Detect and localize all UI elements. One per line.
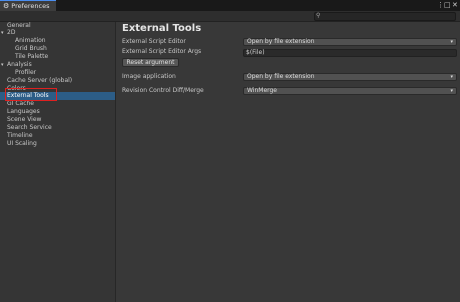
sidebar-item-label: Cache Server (global) bbox=[7, 77, 73, 84]
sidebar-item-languages[interactable]: Languages bbox=[0, 108, 115, 116]
preferences-tab[interactable]: ⚙ Preferences bbox=[0, 0, 56, 11]
reset-argument-button[interactable]: Reset argument bbox=[122, 58, 179, 67]
sidebar-item-label: Timeline bbox=[7, 132, 33, 139]
script-editor-args-field[interactable]: $(File) bbox=[243, 49, 457, 57]
image-application-dropdown[interactable]: Open by file extension ▾ bbox=[243, 73, 457, 81]
maximize-icon[interactable]: □ bbox=[444, 1, 451, 10]
preferences-window: ⚙ Preferences ⋮ □ ✕ ⚲ General ▾ 2D Animat… bbox=[0, 0, 460, 302]
chevron-down-icon: ▾ bbox=[450, 39, 453, 45]
sidebar-item-analysis[interactable]: ▾ Analysis bbox=[0, 61, 115, 69]
sidebar-item-animation[interactable]: Animation bbox=[0, 37, 115, 45]
revision-control-dropdown[interactable]: WinMerge ▾ bbox=[243, 87, 457, 95]
sidebar-item-grid-brush[interactable]: Grid Brush bbox=[0, 45, 115, 53]
sidebar-item-label: Search Service bbox=[7, 124, 52, 131]
chevron-down-icon: ▾ bbox=[450, 88, 453, 94]
sidebar-item-label: Scene View bbox=[7, 116, 42, 123]
sidebar-item-cache-server[interactable]: Cache Server (global) bbox=[0, 77, 115, 85]
sidebar-item-label: Languages bbox=[7, 108, 40, 115]
sidebar-item-label: Profiler bbox=[15, 69, 37, 76]
sidebar-item-label: Analysis bbox=[7, 61, 32, 68]
title-bar: ⚙ Preferences ⋮ □ ✕ bbox=[0, 0, 460, 11]
more-options-icon[interactable]: ⋮ bbox=[437, 1, 444, 10]
dropdown-value: Open by file extension bbox=[247, 73, 315, 80]
sidebar-item-label: GI Cache bbox=[7, 100, 34, 107]
sidebar-item-label: General bbox=[7, 22, 31, 29]
sidebar-item-label: Grid Brush bbox=[15, 45, 47, 52]
sidebar-item-label: Animation bbox=[15, 37, 46, 44]
script-editor-label: External Script Editor bbox=[122, 38, 186, 45]
close-icon[interactable]: ✕ bbox=[452, 1, 458, 10]
sidebar-item-2d[interactable]: ▾ 2D bbox=[0, 29, 115, 37]
sidebar-item-ui-scaling[interactable]: UI Scaling bbox=[0, 140, 115, 148]
dropdown-value: WinMerge bbox=[247, 87, 277, 94]
sidebar-item-profiler[interactable]: Profiler bbox=[0, 69, 115, 77]
chevron-down-icon[interactable]: ▾ bbox=[0, 29, 7, 37]
sidebar-item-label: Tile Palette bbox=[15, 53, 49, 60]
sidebar-item-gi-cache[interactable]: GI Cache bbox=[0, 100, 115, 108]
image-application-label: Image application bbox=[122, 73, 176, 80]
search-input[interactable]: ⚲ bbox=[314, 12, 456, 21]
script-editor-dropdown[interactable]: Open by file extension ▾ bbox=[243, 38, 457, 46]
sidebar-item-label: UI Scaling bbox=[7, 140, 37, 147]
script-editor-args-label: External Script Editor Args bbox=[122, 48, 202, 55]
revision-control-label: Revision Control Diff/Merge bbox=[122, 87, 204, 94]
sidebar-item-label: 2D bbox=[7, 29, 16, 36]
sidebar-item-search-service[interactable]: Search Service bbox=[0, 124, 115, 132]
sidebar: General ▾ 2D Animation Grid Brush Tile Pa… bbox=[0, 22, 116, 302]
sidebar-item-scene-view[interactable]: Scene View bbox=[0, 116, 115, 124]
selection-highlight-box bbox=[5, 88, 57, 101]
tab-title: Preferences bbox=[11, 2, 50, 10]
search-icon: ⚲ bbox=[316, 12, 321, 19]
chevron-down-icon: ▾ bbox=[450, 74, 453, 80]
toolbar: ⚲ bbox=[0, 11, 460, 22]
sidebar-item-timeline[interactable]: Timeline bbox=[0, 132, 115, 140]
sidebar-item-tile-palette[interactable]: Tile Palette bbox=[0, 53, 115, 61]
gear-icon: ⚙ bbox=[3, 1, 10, 10]
page-title: External Tools bbox=[122, 23, 202, 34]
dropdown-value: Open by file extension bbox=[247, 38, 315, 45]
chevron-down-icon[interactable]: ▾ bbox=[0, 61, 7, 69]
